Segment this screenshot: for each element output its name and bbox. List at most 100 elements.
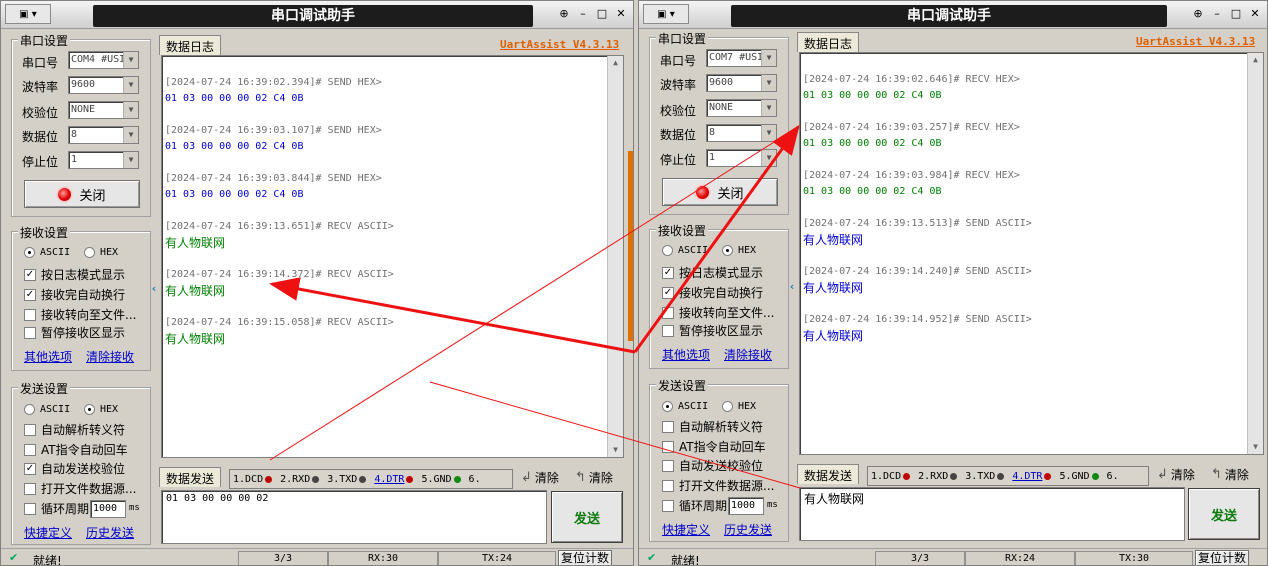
auto-newline-checkbox[interactable]: ✓ 接收完自动换行 xyxy=(24,286,125,303)
clear-receive-link[interactable]: 清除接收 xyxy=(724,346,772,363)
send-hex-radio[interactable]: HEX xyxy=(722,401,756,412)
close-button[interactable]: ✕ xyxy=(613,6,629,22)
tx-count: TX:30 xyxy=(1075,551,1193,565)
recv-to-file-checkbox[interactable]: 接收转向至文件... xyxy=(24,306,136,323)
pause-display-checkbox[interactable]: 暂停接收区显示 xyxy=(662,322,763,339)
port-select[interactable]: COM4 #USI ▼ xyxy=(68,51,139,69)
clear-send-button[interactable]: ↲ 清除 xyxy=(1157,466,1195,483)
port-label: 串口号 xyxy=(22,56,59,70)
signal-label: 6. xyxy=(1106,470,1119,482)
title-bar[interactable]: ▣ ▾ 串口调试助手 ⊕ – □ ✕ xyxy=(639,1,1267,29)
log-mode-checkbox[interactable]: ✓ 按日志模式显示 xyxy=(24,266,125,283)
port-select[interactable]: COM7 #USI ▼ xyxy=(706,49,777,67)
parse-escape-checkbox[interactable]: 自动解析转义符 xyxy=(24,421,125,438)
recv-ascii-radio[interactable]: ASCII xyxy=(662,245,708,256)
file-source-checkbox[interactable]: 打开文件数据源... xyxy=(24,480,136,497)
clear-all-button[interactable]: ↰ 清除 xyxy=(1211,466,1249,483)
clear-send-button[interactable]: ↲ 清除 xyxy=(521,469,559,486)
recv-to-file-checkbox[interactable]: 接收转向至文件... xyxy=(662,304,774,321)
window-title: 串口调试助手 xyxy=(93,5,533,27)
signal-label: 2.RXD xyxy=(918,470,949,482)
signal-led-icon xyxy=(359,475,367,483)
signal-indicator[interactable]: 4.DTR xyxy=(374,474,414,485)
cycle-checkbox[interactable]: 循环周期 xyxy=(24,500,89,517)
databits-select[interactable]: 8 ▼ xyxy=(68,126,139,144)
history-send-link[interactable]: 历史发送 xyxy=(724,521,772,538)
pin-icon[interactable]: ⊕ xyxy=(1190,6,1206,22)
send-ascii-radio[interactable]: ASCII xyxy=(24,404,70,415)
receive-log[interactable]: [2024-07-24 16:39:02.394]# SEND HEX> 01 0… xyxy=(161,55,624,458)
auto-newline-checkbox[interactable]: ✓ 接收完自动换行 xyxy=(662,284,763,301)
auto-checksum-checkbox[interactable]: 自动发送校验位 xyxy=(662,457,763,474)
send-input[interactable]: 01 03 00 00 00 02 xyxy=(161,490,547,544)
stopbits-select[interactable]: 1 ▼ xyxy=(68,151,139,169)
recv-ascii-radio[interactable]: ASCII xyxy=(24,247,70,258)
receive-log[interactable]: [2024-07-24 16:39:02.646]# RECV HEX> 01 0… xyxy=(799,52,1264,455)
port-settings-group: 串口设置 串口号 COM4 #USI ▼ 波特率 9600 ▼ 校验位 NONE ▼ … xyxy=(11,32,151,217)
pin-icon[interactable]: ⊕ xyxy=(556,6,572,22)
pause-display-checkbox[interactable]: 暂停接收区显示 xyxy=(24,324,125,341)
log-scrollbar[interactable]: ▲ ▼ xyxy=(607,56,623,457)
tab-data-log[interactable]: 数据日志 xyxy=(159,35,222,55)
recv-hex-radio[interactable]: HEX xyxy=(84,247,118,258)
other-options-link[interactable]: 其他选项 xyxy=(24,348,72,365)
clear-all-button[interactable]: ↰ 清除 xyxy=(575,469,613,486)
parity-select[interactable]: NONE ▼ xyxy=(706,99,777,117)
log-mode-checkbox[interactable]: ✓ 按日志模式显示 xyxy=(662,264,763,281)
auto-checksum-checkbox[interactable]: ✓ 自动发送校验位 xyxy=(24,460,125,477)
signal-indicator: 2.RXD xyxy=(918,470,958,482)
tab-data-send[interactable]: 数据发送 xyxy=(159,467,222,487)
send-ascii-radio[interactable]: ASCII xyxy=(662,401,708,412)
reset-count-button[interactable]: 复位计数 xyxy=(1195,550,1249,565)
log-scrollbar[interactable]: ▲ ▼ xyxy=(1247,53,1263,454)
minimize-button[interactable]: – xyxy=(1209,6,1225,22)
file-source-checkbox[interactable]: 打开文件数据源... xyxy=(662,477,774,494)
shortcut-define-link[interactable]: 快捷定义 xyxy=(662,521,710,538)
close-button[interactable]: ✕ xyxy=(1247,6,1263,22)
signal-indicator: 1.DCD xyxy=(871,471,911,482)
collapse-panel-icon[interactable]: ‹ xyxy=(151,267,157,311)
reset-count-button[interactable]: 复位计数 xyxy=(558,550,612,565)
send-button[interactable]: 发送 xyxy=(551,491,623,543)
maximize-button[interactable]: □ xyxy=(594,6,610,22)
clear-receive-link[interactable]: 清除接收 xyxy=(86,348,134,365)
signal-indicator[interactable]: 4.DTR xyxy=(1012,471,1052,482)
tab-data-log[interactable]: 数据日志 xyxy=(797,32,860,52)
collapse-panel-icon[interactable]: ‹ xyxy=(789,265,795,309)
at-auto-cr-checkbox[interactable]: AT指令自动回车 xyxy=(662,438,766,455)
status-text: 就绪! xyxy=(33,554,62,566)
log-entry-header: [2024-07-24 16:39:03.984]# RECV HEX> xyxy=(803,170,1020,181)
databits-select[interactable]: 8 ▼ xyxy=(706,124,777,142)
baud-select[interactable]: 9600 ▼ xyxy=(68,76,139,94)
port-settings-group: 串口设置 串口号 COM7 #USI ▼ 波特率 9600 ▼ 校验位 NONE ▼ … xyxy=(649,30,789,215)
parity-select[interactable]: NONE ▼ xyxy=(68,101,139,119)
title-bar[interactable]: ▣ ▾ 串口调试助手 ⊕ – □ ✕ xyxy=(1,1,633,29)
send-hex-radio[interactable]: HEX xyxy=(84,404,118,415)
receive-settings-group: 接收设置 ASCII HEX ✓ 按日志模式显示 ✓ 接收完自动换行 接收转向至文件… xyxy=(649,222,789,369)
log-entry-data: 01 03 00 00 00 02 C4 0B xyxy=(165,141,304,152)
brand-link[interactable]: UartAssist V4.3.13 xyxy=(500,38,619,51)
clear-up-icon: ↰ xyxy=(575,470,586,485)
close-port-button[interactable]: 关闭 xyxy=(662,178,778,206)
tab-data-send[interactable]: 数据发送 xyxy=(797,464,860,484)
signal-label: 2.RXD xyxy=(280,473,311,485)
cycle-checkbox[interactable]: 循环周期 xyxy=(662,497,727,514)
send-button[interactable]: 发送 xyxy=(1188,488,1260,540)
close-port-button[interactable]: 关闭 xyxy=(24,180,140,208)
at-auto-cr-checkbox[interactable]: AT指令自动回车 xyxy=(24,441,128,458)
system-menu-button[interactable]: ▣ ▾ xyxy=(5,4,51,24)
cycle-period-input[interactable]: 1000 xyxy=(728,497,764,515)
history-send-link[interactable]: 历史发送 xyxy=(86,524,134,541)
shortcut-define-link[interactable]: 快捷定义 xyxy=(24,524,72,541)
minimize-button[interactable]: – xyxy=(575,6,591,22)
maximize-button[interactable]: □ xyxy=(1228,6,1244,22)
system-menu-button[interactable]: ▣ ▾ xyxy=(643,4,689,24)
baud-select[interactable]: 9600 ▼ xyxy=(706,74,777,92)
cycle-period-input[interactable]: 1000 xyxy=(90,500,126,518)
stopbits-select[interactable]: 1 ▼ xyxy=(706,149,777,167)
recv-hex-radio[interactable]: HEX xyxy=(722,245,756,256)
parse-escape-checkbox[interactable]: 自动解析转义符 xyxy=(662,418,763,435)
brand-link[interactable]: UartAssist V4.3.13 xyxy=(1136,35,1255,48)
send-input[interactable]: 有人物联网 xyxy=(799,487,1185,541)
other-options-link[interactable]: 其他选项 xyxy=(662,346,710,363)
